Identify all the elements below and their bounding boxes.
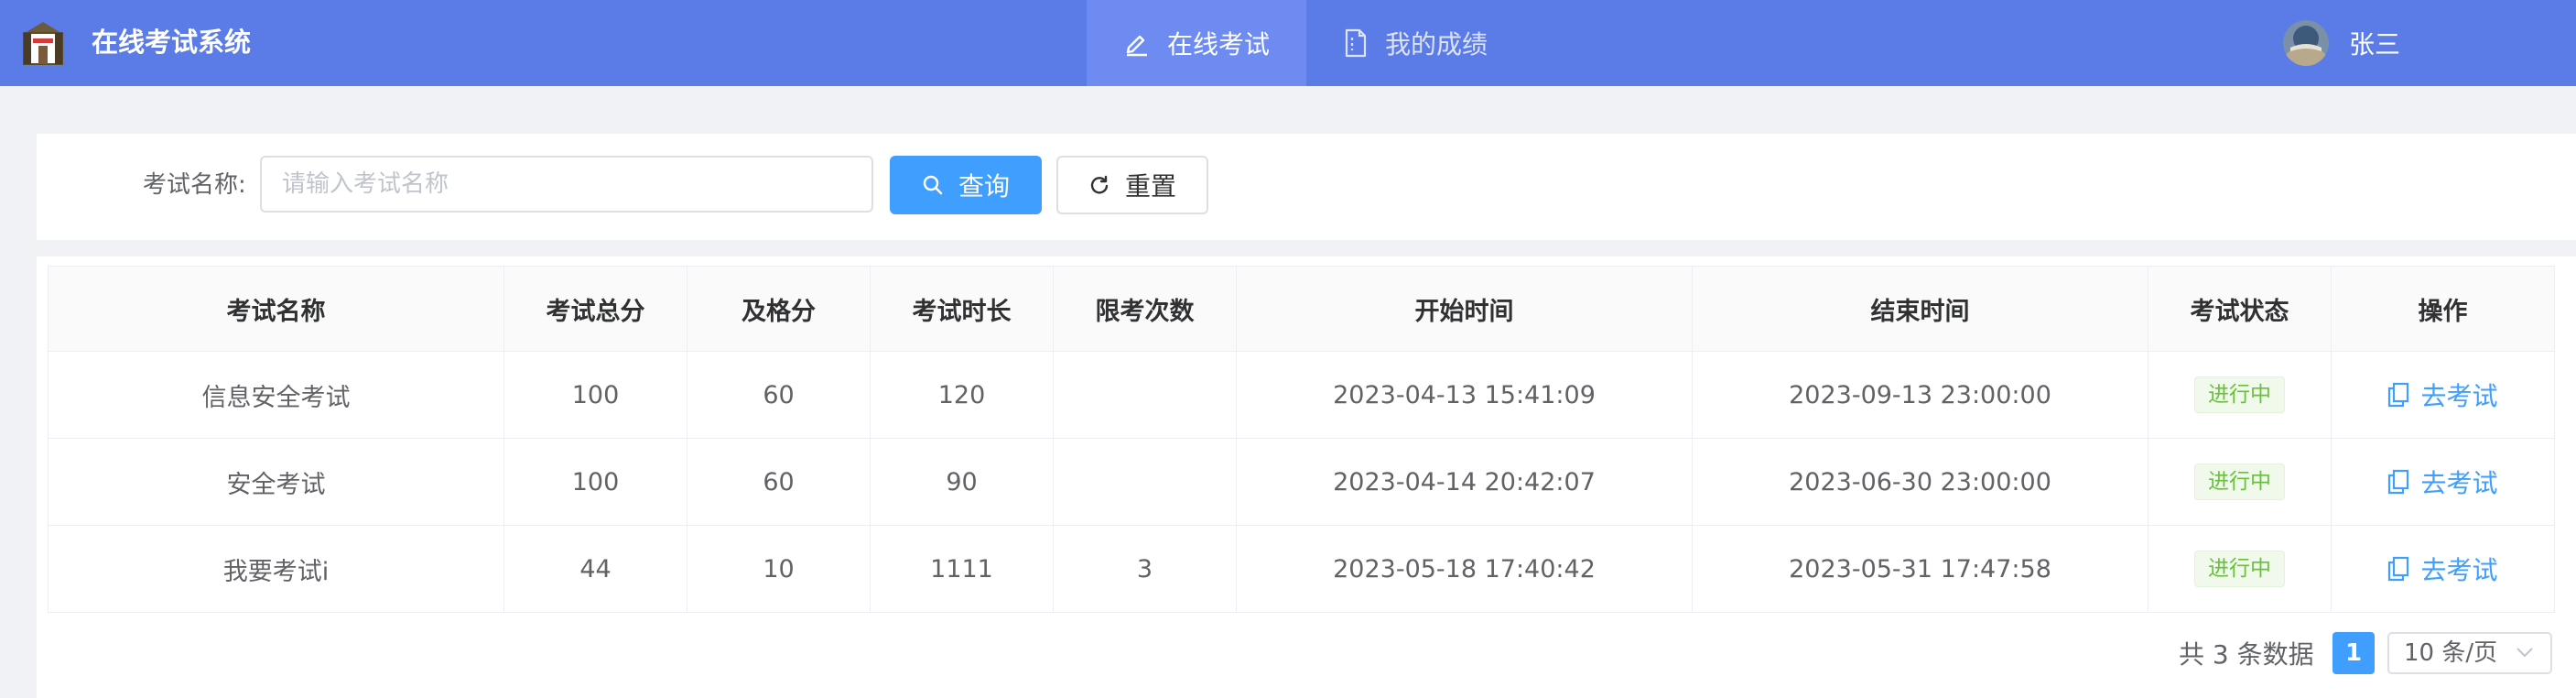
take-exam-label: 去考试	[2420, 380, 2498, 411]
status-badge: 进行中	[2194, 376, 2285, 413]
exam-name-cell: 信息安全考试	[48, 351, 504, 439]
refresh-icon	[1090, 175, 1109, 194]
start-time-cell: 2023-04-13 15:41:09	[1236, 351, 1693, 439]
duration-cell: 120	[870, 351, 1054, 439]
take-exam-label: 去考试	[2420, 467, 2498, 498]
total-score-cell: 100	[503, 351, 687, 439]
logo-icon[interactable]	[18, 18, 68, 68]
column-header: 操作	[2331, 266, 2555, 352]
pass-score-cell: 60	[687, 438, 871, 526]
end-time-cell: 2023-05-31 17:47:58	[1692, 525, 2148, 613]
pass-score-cell: 60	[687, 351, 871, 439]
column-header: 考试名称	[48, 266, 504, 352]
attempt-limit-cell	[1053, 438, 1237, 526]
app-title: 在线考试系统	[92, 27, 252, 58]
main-nav: 在线考试 我的成绩	[1087, 0, 1524, 86]
total-score-cell: 100	[503, 438, 687, 526]
exam-table-panel: 考试名称 考试总分 及格分 考试时长 限考次数 开始时间 结束时间 考试状态 操…	[37, 256, 2576, 698]
attempt-limit-cell: 3	[1053, 525, 1237, 613]
column-header: 及格分	[687, 266, 871, 352]
take-exam-button[interactable]: 去考试	[2387, 551, 2498, 587]
status-badge: 进行中	[2194, 551, 2285, 587]
status-badge: 进行中	[2194, 464, 2285, 500]
column-header: 结束时间	[1692, 266, 2148, 352]
edit-icon	[1126, 35, 1147, 57]
exam-table: 考试名称 考试总分 及格分 考试时长 限考次数 开始时间 结束时间 考试状态 操…	[48, 266, 2555, 613]
column-header: 开始时间	[1236, 266, 1693, 352]
pass-score-cell: 10	[687, 525, 871, 613]
table-row: 我要考试i 44 10 1111 3 2023-05-18 17:40:42 2…	[48, 525, 2555, 613]
copy-icon	[2388, 469, 2409, 494]
reset-button[interactable]: 重置	[1056, 156, 1208, 214]
exam-name-input[interactable]	[260, 156, 873, 213]
take-exam-button[interactable]: 去考试	[2387, 376, 2498, 413]
page-size-value: 10 条/页	[2404, 639, 2498, 667]
end-time-cell: 2023-06-30 23:00:00	[1692, 438, 2148, 526]
column-header: 考试状态	[2148, 266, 2332, 352]
nav-item-label: 在线考试	[1167, 29, 1271, 60]
exam-name-label: 考试名称:	[143, 171, 246, 199]
nav-item-online-exam[interactable]: 在线考试	[1087, 0, 1307, 86]
action-cell: 去考试	[2331, 525, 2555, 613]
query-button-label: 查询	[958, 171, 1010, 202]
table-row: 信息安全考试 100 60 120 2023-04-13 15:41:09 20…	[48, 351, 2555, 439]
nav-item-label: 我的成绩	[1385, 29, 1488, 60]
end-time-cell: 2023-09-13 23:00:00	[1692, 351, 2148, 439]
search-panel: 考试名称: 查询 重置	[37, 134, 2576, 240]
copy-icon	[2388, 382, 2409, 407]
copy-icon	[2388, 556, 2409, 581]
column-header: 考试时长	[870, 266, 1054, 352]
user-name[interactable]: 张三	[2349, 25, 2400, 61]
take-exam-label: 去考试	[2420, 554, 2498, 585]
duration-cell: 90	[870, 438, 1054, 526]
take-exam-button[interactable]: 去考试	[2387, 464, 2498, 500]
start-time-cell: 2023-04-14 20:42:07	[1236, 438, 1693, 526]
table-row: 安全考试 100 60 90 2023-04-14 20:42:07 2023-…	[48, 438, 2555, 526]
nav-item-my-scores[interactable]: 我的成绩	[1306, 0, 1524, 86]
avatar[interactable]	[2283, 20, 2329, 66]
action-cell: 去考试	[2331, 351, 2555, 439]
exam-name-cell: 安全考试	[48, 438, 504, 526]
page-size-select[interactable]: 10 条/页	[2387, 632, 2552, 674]
status-cell: 进行中	[2148, 438, 2332, 526]
action-cell: 去考试	[2331, 438, 2555, 526]
start-time-cell: 2023-05-18 17:40:42	[1236, 525, 1693, 613]
total-score-cell: 44	[503, 525, 687, 613]
duration-cell: 1111	[870, 525, 1054, 613]
chevron-down-icon	[2516, 648, 2533, 658]
exam-name-cell: 我要考试i	[48, 525, 504, 613]
search-icon	[923, 175, 943, 195]
status-cell: 进行中	[2148, 525, 2332, 613]
column-header: 限考次数	[1053, 266, 1237, 352]
pagination-total: 共 3 条数据	[2179, 639, 2314, 670]
top-navbar: 在线考试系统 在线考试 我的成绩 张三	[0, 0, 2576, 86]
status-cell: 进行中	[2148, 351, 2332, 439]
column-header: 考试总分	[503, 266, 687, 352]
table-header-row: 考试名称 考试总分 及格分 考试时长 限考次数 开始时间 结束时间 考试状态 操…	[48, 266, 2555, 352]
user-menu[interactable]: 张三	[2283, 20, 2400, 66]
attempt-limit-cell	[1053, 351, 1237, 439]
document-icon	[1345, 28, 1367, 58]
reset-button-label: 重置	[1124, 171, 1176, 202]
pagination-page-1[interactable]: 1	[2332, 632, 2375, 674]
query-button[interactable]: 查询	[890, 156, 1042, 214]
